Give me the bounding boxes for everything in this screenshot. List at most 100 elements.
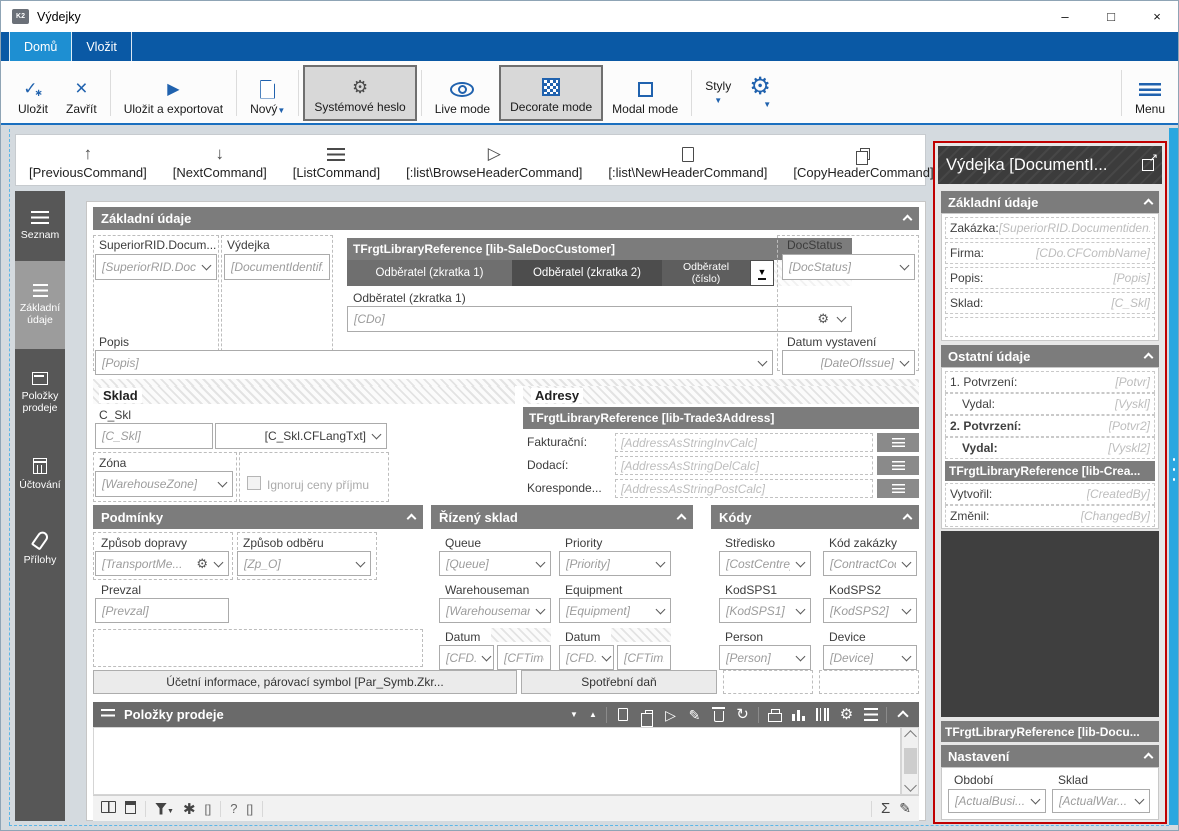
vydejka-input[interactable]: [DocumentIdentif... xyxy=(224,254,330,280)
excise-tax-button[interactable]: Spotřební daň xyxy=(521,670,717,694)
modal-mode-toggle[interactable]: Modal mode xyxy=(603,65,687,121)
priority-combobox[interactable]: [Priority] xyxy=(559,551,671,576)
chevron-up-icon[interactable] xyxy=(677,513,687,523)
tab-odberatel-zkratka1[interactable]: Odběratel (zkratka 1) xyxy=(347,260,512,286)
brackets-icon[interactable]: [] xyxy=(205,802,212,816)
inspector-sklad-combobox[interactable]: [ActualWar... xyxy=(1052,789,1150,813)
help-icon[interactable]: ? xyxy=(230,801,237,816)
chevron-up-icon[interactable] xyxy=(903,215,913,225)
datum1-time-input[interactable]: [CFTime... xyxy=(497,645,551,670)
device-combobox[interactable]: [Device] xyxy=(823,645,917,670)
sidebar-item-prilohy[interactable]: Přílohy xyxy=(15,511,65,585)
barcode-icon[interactable] xyxy=(814,708,831,721)
stredisko-combobox[interactable]: [CostCentre] xyxy=(719,551,811,576)
new-button[interactable]: Nový▼ xyxy=(241,65,294,121)
accounting-info-button[interactable]: Účetní informace, párovací symbol [Par_S… xyxy=(93,670,517,694)
datum2-date-combobox[interactable]: [CFD... xyxy=(559,645,614,670)
panel-splitter[interactable] xyxy=(1169,128,1178,825)
address-menu-button[interactable] xyxy=(877,479,919,498)
close-document-button[interactable]: × Zavřít xyxy=(57,65,106,121)
sidebar-item-uctovani[interactable]: Účtování xyxy=(15,437,65,511)
chevron-up-icon[interactable] xyxy=(1144,752,1154,762)
scroll-up-icon[interactable] xyxy=(904,730,917,743)
address-row-value[interactable]: [AddressAsStringInvCalc] xyxy=(615,433,873,452)
person-combobox[interactable]: [Person] xyxy=(719,645,811,670)
popis-combobox[interactable]: [Popis] xyxy=(95,350,773,375)
warehouseman-combobox[interactable]: [Warehouseman] xyxy=(439,598,551,623)
grid-menu-icon[interactable] xyxy=(862,708,879,721)
maximize-button[interactable]: □ xyxy=(1088,1,1134,32)
grid-vertical-scrollbar[interactable] xyxy=(901,727,919,795)
card-view-icon[interactable] xyxy=(125,801,136,817)
chevron-up-icon[interactable] xyxy=(1144,198,1154,208)
grid-body[interactable] xyxy=(93,727,901,795)
previous-command-button[interactable]: ↑ [PreviousCommand] xyxy=(16,135,160,185)
transport-combobox[interactable]: [TransportMe... ⚙ xyxy=(95,551,229,576)
minimize-button[interactable]: – xyxy=(1042,1,1088,32)
save-export-button[interactable]: ▶ Uložit a exportovat xyxy=(115,65,232,121)
address-row-value[interactable]: [AddressAsStringDelCalc] xyxy=(615,456,873,475)
save-button[interactable]: ✓∗ Uložit xyxy=(9,65,57,121)
grid-settings-gear-icon[interactable]: ⚙ xyxy=(838,708,855,722)
scroll-down-icon[interactable] xyxy=(904,779,917,792)
queue-combobox[interactable]: [Queue] xyxy=(439,551,551,576)
system-password-toggle[interactable]: ⚙ Systémové heslo xyxy=(303,65,416,121)
datum1-date-combobox[interactable]: [CFD... xyxy=(439,645,494,670)
styles-dropdown-button[interactable]: Styly ▼ xyxy=(696,65,740,121)
chevron-up-icon[interactable] xyxy=(903,513,913,523)
kod-zakazky-combobox[interactable]: [ContractCode] xyxy=(823,551,917,576)
inspector-section-nastaveni[interactable]: Nastavení xyxy=(941,745,1159,767)
close-button[interactable]: × xyxy=(1134,1,1179,32)
copy-row-icon[interactable] xyxy=(638,710,655,720)
superior-combobox[interactable]: [SuperiorRID.Doc... xyxy=(95,254,217,280)
chevron-up-icon[interactable] xyxy=(1144,352,1154,362)
sort-asc-icon[interactable]: ▲ xyxy=(587,708,599,722)
address-menu-button[interactable] xyxy=(877,456,919,475)
chevron-up-icon[interactable] xyxy=(407,513,417,523)
section-header-rizeny-sklad[interactable]: Řízený sklad xyxy=(431,505,693,529)
tab-odberatel-zkratka2[interactable]: Odběratel (zkratka 2) xyxy=(512,260,662,286)
brackets2-icon[interactable]: [] xyxy=(246,802,253,816)
zpo-combobox[interactable]: [Zp_O] xyxy=(237,551,371,576)
live-mode-toggle[interactable]: Live mode xyxy=(426,65,499,121)
sum-icon[interactable]: Σ xyxy=(881,800,890,817)
section-header-zakladni-udaje[interactable]: Základní údaje xyxy=(93,207,919,230)
tab-odberatel-cislo[interactable]: Odběratel (číslo) xyxy=(662,260,750,286)
date-of-issue-combobox[interactable]: [DateOfIssue] xyxy=(782,350,915,375)
gear-icon[interactable]: ⚙ xyxy=(196,556,208,572)
delete-icon[interactable] xyxy=(710,708,727,722)
edit-icon[interactable]: ✎ xyxy=(686,708,703,722)
menu-button[interactable]: Menu xyxy=(1126,65,1174,121)
kodsps2-combobox[interactable]: [KodSPS2] xyxy=(823,598,917,623)
kodsps1-combobox[interactable]: [KodSPS1] xyxy=(719,598,811,623)
settings-gear-dropdown-button[interactable]: ⚙ ▼ xyxy=(740,65,780,121)
pencil-icon[interactable]: ✎ xyxy=(899,800,911,817)
datum2-time-input[interactable]: [CFTim... xyxy=(617,645,671,670)
sidebar-item-polozky-prodeje[interactable]: Položky prodeje xyxy=(15,349,65,437)
inspector-title-bar[interactable]: Výdejka [DocumentI... xyxy=(938,146,1162,184)
list-command-button[interactable]: [ListCommand] xyxy=(280,135,393,185)
refresh-icon[interactable]: ↻ xyxy=(734,708,751,722)
tab-domu[interactable]: Domů xyxy=(9,32,72,61)
cskl-lang-combobox[interactable]: [C_Skl.CFLangTxt] xyxy=(215,423,387,449)
browse-header-command-button[interactable]: ▷ [:list\BrowseHeaderCommand] xyxy=(393,135,595,185)
print-icon[interactable] xyxy=(766,708,783,722)
sort-desc-icon[interactable]: ▼ xyxy=(568,708,580,722)
address-row-value[interactable]: [AddressAsStringPostCalc] xyxy=(615,479,873,498)
inspector-section-zakladni-udaje[interactable]: Základní údaje xyxy=(941,191,1159,213)
collapse-grid-icon[interactable] xyxy=(894,709,911,720)
equipment-combobox[interactable]: [Equipment] xyxy=(559,598,671,623)
external-link-icon[interactable] xyxy=(1142,159,1154,171)
address-menu-button[interactable] xyxy=(877,433,919,452)
filter-icon[interactable]: ▼ xyxy=(155,803,174,815)
copy-header-command-button[interactable]: [CopyHeaderCommand] xyxy=(780,135,946,185)
chart-icon[interactable] xyxy=(790,708,807,721)
columns-icon[interactable] xyxy=(101,801,116,816)
zona-combobox[interactable]: [WarehouseZone] xyxy=(95,471,233,497)
new-row-icon[interactable] xyxy=(614,708,631,721)
prevzal-input[interactable]: [Prevzal] xyxy=(95,598,229,623)
cskl-input[interactable]: [C_Skl] xyxy=(95,423,213,449)
tab-vlozit[interactable]: Vložit xyxy=(72,32,132,61)
docstatus-combobox[interactable]: [DocStatus] xyxy=(782,254,915,280)
scrollbar-thumb[interactable] xyxy=(904,748,917,774)
